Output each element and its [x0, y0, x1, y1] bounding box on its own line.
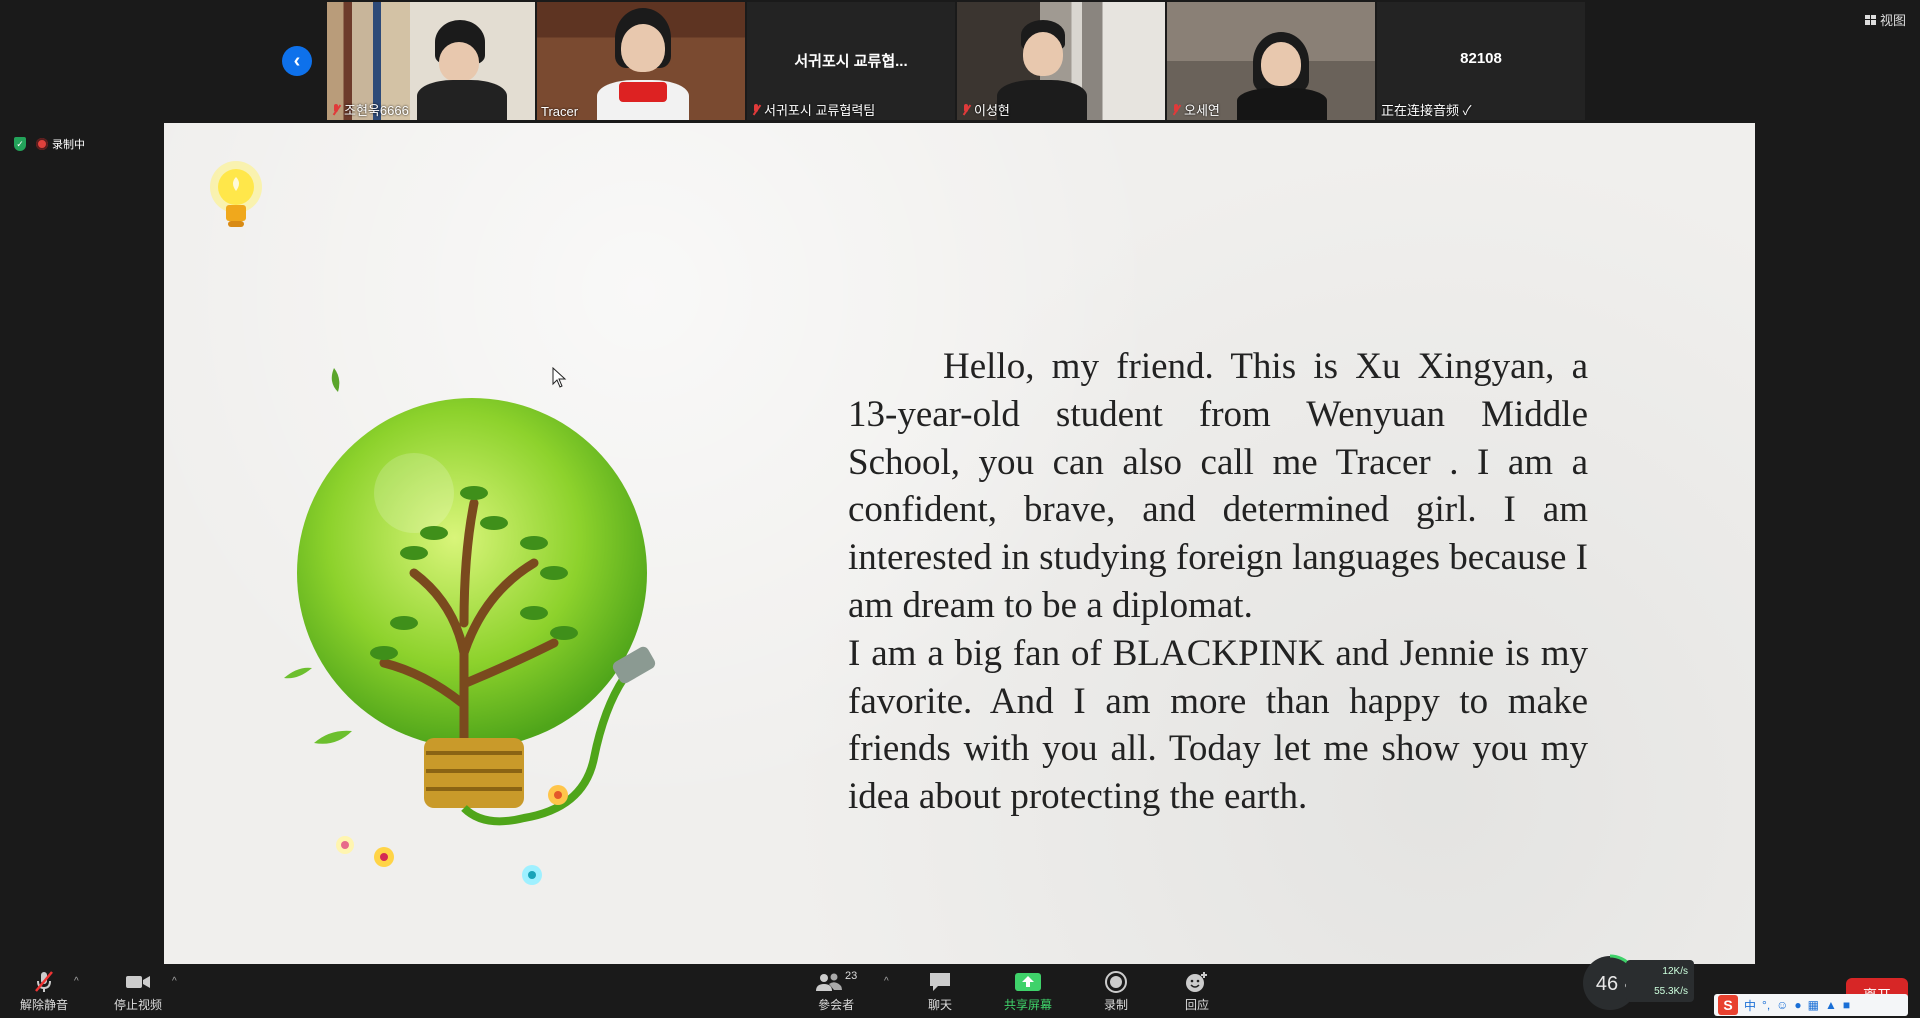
- emoji-icon[interactable]: ☺: [1776, 998, 1788, 1012]
- participant-name-label: Tracer: [541, 104, 579, 119]
- network-meter-percent: 46: [1596, 973, 1618, 995]
- participants-count: 23: [845, 970, 858, 982]
- participant-tile[interactable]: 오세연: [1167, 2, 1375, 120]
- participant-tile[interactable]: 서귀포시 교류협... 서귀포시 교류협력팀: [747, 2, 955, 120]
- unmute-button[interactable]: 解除静音: [20, 970, 68, 1013]
- green-lightbulb-tree-illustration: [284, 368, 656, 885]
- share-screen-icon: [1014, 970, 1042, 994]
- reactions-button[interactable]: 回应: [1184, 970, 1210, 1013]
- lightbulb-icon: [210, 161, 262, 227]
- grid-view-icon: [1864, 14, 1876, 25]
- participants-label: 參会者: [818, 998, 855, 1012]
- recording-icon: [36, 138, 48, 150]
- muted-mic-icon: [751, 103, 761, 116]
- muted-mic-icon: [331, 103, 341, 116]
- participant-tile[interactable]: 82108 正在连接音频 ✓: [1377, 2, 1585, 120]
- stop-video-label: 停止视频: [114, 998, 163, 1012]
- toolbox-icon[interactable]: ■: [1843, 998, 1850, 1012]
- previous-participants-button[interactable]: ‹: [282, 46, 312, 76]
- skin-icon[interactable]: ▲: [1825, 998, 1837, 1012]
- muted-mic-icon: [31, 970, 57, 994]
- ime-toolbar[interactable]: S 中 °, ☺ ● ▦ ▲ ■: [1714, 994, 1908, 1016]
- muted-mic-icon: [961, 103, 971, 116]
- network-speed-panel: 12K/s 55.3K/s: [1626, 960, 1694, 1002]
- microphone-icon[interactable]: ●: [1794, 998, 1801, 1012]
- reactions-label: 回应: [1184, 998, 1209, 1012]
- security-shield-icon[interactable]: ✓: [14, 137, 26, 151]
- participant-name-label: 조현욱6666: [331, 100, 409, 119]
- view-button[interactable]: 视图: [1864, 10, 1906, 29]
- ime-mode-label[interactable]: 中: [1744, 997, 1756, 1014]
- record-label: 录制: [1104, 998, 1129, 1012]
- participants-options-caret-icon[interactable]: ^: [884, 976, 889, 987]
- participant-strip: 조현욱6666 Tracer 서귀포시 교류협... 서귀포시 교류협력팀 이성…: [327, 2, 1585, 120]
- video-options-caret-icon[interactable]: ^: [172, 976, 177, 987]
- emoji-reaction-icon: [1184, 970, 1210, 994]
- chat-label: 聊天: [928, 998, 953, 1012]
- chevron-left-icon: ‹: [293, 50, 301, 72]
- audio-options-caret-icon[interactable]: ^: [74, 976, 79, 987]
- slide-paragraph-intro: Hello, my friend. This is Xu Xingyan, a …: [848, 346, 1588, 626]
- recording-indicator[interactable]: 录制中: [36, 136, 85, 152]
- record-icon: [1104, 970, 1128, 994]
- slide-paragraph-second: I am a big fan of BLACKPINK and Jennie i…: [848, 632, 1588, 818]
- muted-mic-icon: [1171, 103, 1181, 116]
- recording-label: 录制中: [52, 139, 85, 151]
- video-camera-icon: [125, 970, 151, 994]
- download-speed: 55.3K/s: [1654, 986, 1688, 997]
- participant-tile-active-speaker[interactable]: Tracer: [537, 2, 745, 120]
- participant-display-name: 82108: [1460, 50, 1502, 67]
- view-label: 视图: [1879, 13, 1906, 28]
- share-screen-label: 共享屏幕: [1004, 998, 1053, 1012]
- meeting-status: ✓ 录制中: [14, 136, 85, 152]
- chat-button[interactable]: 聊天: [928, 970, 952, 1013]
- participant-video: [537, 2, 745, 120]
- share-screen-button[interactable]: 共享屏幕: [1004, 970, 1052, 1013]
- slide-text-body: Hello, my friend. This is Xu Xingyan, a …: [848, 343, 1588, 821]
- participant-name-label: 이성현: [961, 100, 1010, 119]
- punctuation-icon[interactable]: °,: [1762, 998, 1770, 1012]
- chat-bubble-icon: [928, 970, 952, 994]
- keyboard-icon[interactable]: ▦: [1808, 998, 1819, 1012]
- connecting-audio-label: 正在连接音频 ✓: [1381, 103, 1472, 118]
- participant-name-label: 오세연: [1171, 100, 1220, 119]
- unmute-label: 解除静音: [20, 998, 69, 1012]
- participant-name-label: 서귀포시 교류협력팀: [751, 100, 875, 119]
- stop-video-button[interactable]: 停止视频: [114, 970, 162, 1013]
- participant-tile[interactable]: 이성현: [957, 2, 1165, 120]
- sogou-logo-icon: S: [1718, 995, 1738, 1015]
- shared-screen: Hello, my friend. This is Xu Xingyan, a …: [164, 123, 1755, 964]
- record-button[interactable]: 录制: [1104, 970, 1128, 1013]
- upload-speed: 12K/s: [1662, 966, 1688, 977]
- participant-display-name: 서귀포시 교류협...: [794, 53, 908, 70]
- participants-button[interactable]: 23 參会者: [815, 970, 857, 1013]
- participant-tile[interactable]: 조현욱6666: [327, 2, 535, 120]
- participants-icon: 23: [815, 970, 857, 994]
